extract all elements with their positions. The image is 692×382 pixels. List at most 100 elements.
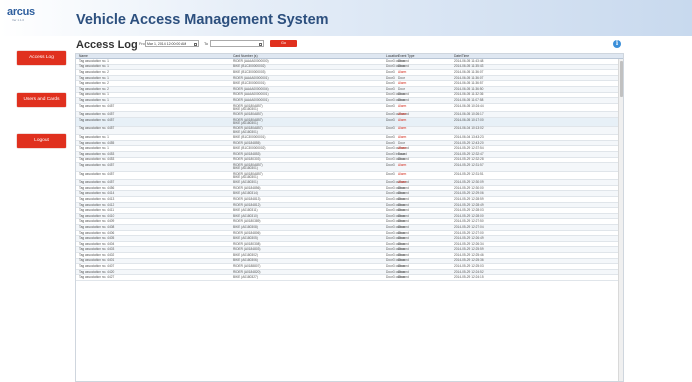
row-date-time: 2014-06-05 11:36:57 <box>454 81 484 86</box>
row-date-time: 2014-05-29 12:24:15 <box>454 275 484 280</box>
row-date-time: 2014-06-05 10:26:17 <box>454 112 484 117</box>
sidebar-item-access-log[interactable]: Access Log <box>17 51 66 65</box>
row-name: Tag association no. 2 <box>79 86 109 91</box>
from-date-input[interactable]: Mar 1, 2014 12:00:00 AM <box>145 40 199 47</box>
row-card-number: RIDER (A0184803) <box>233 247 261 252</box>
row-date-time: 2014-05-29 12:30:00 <box>454 185 484 190</box>
scrollbar-thumb[interactable] <box>620 61 623 97</box>
row-name: Tag association no. 1 <box>79 59 109 63</box>
row-location: Door3 <box>386 140 395 145</box>
row-card-number: RIDER (A0184856) <box>233 185 261 190</box>
row-event-type: Door <box>398 275 405 280</box>
arcus-logo: arcus Ver 1.1.0 <box>7 6 35 23</box>
row-name: Tag association no. 1 <box>79 64 109 69</box>
row-card-number: RIDER (AAAA00000001) <box>233 98 269 103</box>
row-card-number: BIKE (A0180301) <box>233 180 258 185</box>
calendar-icon[interactable] <box>259 42 262 46</box>
row-card-number: BIKE (A0180327) <box>233 275 258 280</box>
row-name: Tag association no. 4406 <box>79 230 115 235</box>
row-name: Tag association no. 4427 <box>79 275 115 280</box>
row-event-type: Door <box>398 196 405 201</box>
row-name: Tag association no. 1 <box>79 146 109 151</box>
row-date-time: 2014-05-29 12:32:47 <box>454 151 484 156</box>
row-event-type: Door <box>398 86 405 91</box>
row-event-type: Door <box>398 98 405 103</box>
sidebar-item-logout[interactable]: Logout <box>17 134 66 148</box>
row-card-number: RIDER (A0184820) <box>233 269 261 274</box>
row-event-type: Door <box>398 241 405 246</box>
row-date-time: 2014-06-05 11:07:58 <box>454 98 484 103</box>
table-scrollbar[interactable] <box>618 59 623 381</box>
row-date-time: 2014-06-04 10:13:02 <box>454 126 484 131</box>
table-row[interactable]: Tag association no. 4457 RIDER (A0180A857… <box>76 126 619 136</box>
row-date-time: 2014-05-29 12:25:46 <box>454 252 484 257</box>
row-event-type: Door <box>398 92 405 97</box>
table-row[interactable]: Tag association no. 4457 RIDER (A0180A857… <box>76 172 619 181</box>
row-date-time: 2014-05-29 12:26:49 <box>454 236 484 241</box>
row-event-type: Door <box>398 258 405 263</box>
row-event-type: Door <box>398 252 405 257</box>
table-row[interactable]: Tag association no. 4457 RIDER (A0180A857… <box>76 163 619 172</box>
row-name: Tag association no. 4407 <box>79 264 115 269</box>
row-event-type: Alarm <box>398 180 407 185</box>
row-event-type: Door <box>398 269 405 274</box>
row-event-type: Alarm <box>398 146 407 151</box>
access-log-table: Name Card Number (s) Location Event Type… <box>75 53 624 382</box>
row-card-number: BIKE (A0180308) <box>233 224 258 229</box>
row-name: Tag association no. 4420 <box>79 269 115 274</box>
row-name: Tag association no. 4402 <box>79 252 115 257</box>
row-name: Tag association no. 4413 <box>79 196 115 201</box>
row-date-time: 2014-05-29 12:28:03 <box>454 208 484 213</box>
row-event-type: Alarm <box>398 135 407 140</box>
row-card-number: RIDER (AAAA00000001) <box>233 75 269 80</box>
row-name: Tag association no. 2 <box>79 70 109 75</box>
row-date-time: 2014-05-29 12:28:49 <box>454 202 484 207</box>
main-content: Access Log From Mar 1, 2014 12:00:00 AM … <box>73 36 625 382</box>
row-date-time: 2014-05-29 12:26:34 <box>454 241 484 246</box>
row-event-type: Door <box>398 202 405 207</box>
row-name: Tag association no. 4401 <box>79 258 115 263</box>
row-date-time: 2014-05-29 12:29:06 <box>454 191 484 196</box>
from-date-value: Mar 1, 2014 12:00:00 AM <box>147 42 187 46</box>
row-date-time: 2014-05-29 12:31:57 <box>454 162 484 167</box>
row-date-time: 2014-05-29 12:27:00 <box>454 230 484 235</box>
table-row[interactable]: Tag association no. 4457 RIDER (A0180A857… <box>76 118 619 127</box>
row-event-type: Alarm <box>398 81 407 86</box>
row-event-type: Door <box>398 230 405 235</box>
row-event-type: Door <box>398 59 405 63</box>
row-name: Tag association no. 4414 <box>79 191 115 196</box>
row-name: Tag association no. 4457 <box>79 126 115 131</box>
table-row[interactable]: Tag association no. 4457 RIDER (A0180A857… <box>76 104 619 113</box>
row-location: Door3 <box>386 86 395 91</box>
row-name: Tag association no. 2 <box>79 81 109 86</box>
row-event-type: Alarm <box>398 112 407 117</box>
to-date-input[interactable] <box>210 40 264 47</box>
sidebar-item-users-and-cards[interactable]: Users and Cards <box>17 93 66 107</box>
row-name: Tag association no. 4405 <box>79 236 115 241</box>
row-location: Door3 <box>386 75 395 80</box>
info-icon[interactable]: i <box>613 40 621 48</box>
app-header: arcus Ver 1.1.0 Vehicle Access Managemen… <box>0 0 692 36</box>
table-row[interactable]: Tag association no. 4427 BIKE (A0180327) D… <box>76 275 619 281</box>
row-name: Tag association no. 1 <box>79 75 109 80</box>
row-event-type: Door <box>398 157 405 162</box>
row-card-number: BIKE (A0180301) <box>233 174 258 179</box>
row-name: Tag association no. 4457 <box>79 112 115 117</box>
logo-text: arcus <box>7 6 35 18</box>
row-card-number: BIKE (B1C300000002) <box>233 64 266 69</box>
row-location: Door3 <box>386 126 395 131</box>
row-card-number: RIDER (A0184853) <box>233 151 261 156</box>
calendar-icon[interactable] <box>194 42 197 46</box>
go-button[interactable]: Go <box>270 40 297 47</box>
row-event-type: Door <box>398 208 405 213</box>
row-card-number: BIKE (A0180314) <box>233 191 258 196</box>
row-event-type: Door <box>398 264 405 269</box>
row-card-number: RIDER (A0180303) <box>233 157 261 162</box>
to-label: To <box>204 42 209 46</box>
row-name: Tag association no. 4457 <box>79 180 115 185</box>
row-name: Tag association no. 4457 <box>79 117 115 122</box>
row-card-number: BIKE (A0180301) <box>233 121 258 126</box>
row-card-number: BIKE (A0180306) <box>233 258 258 263</box>
row-event-type: Alarm <box>398 103 407 108</box>
row-card-number: BIKE (A0180311) <box>233 208 258 213</box>
